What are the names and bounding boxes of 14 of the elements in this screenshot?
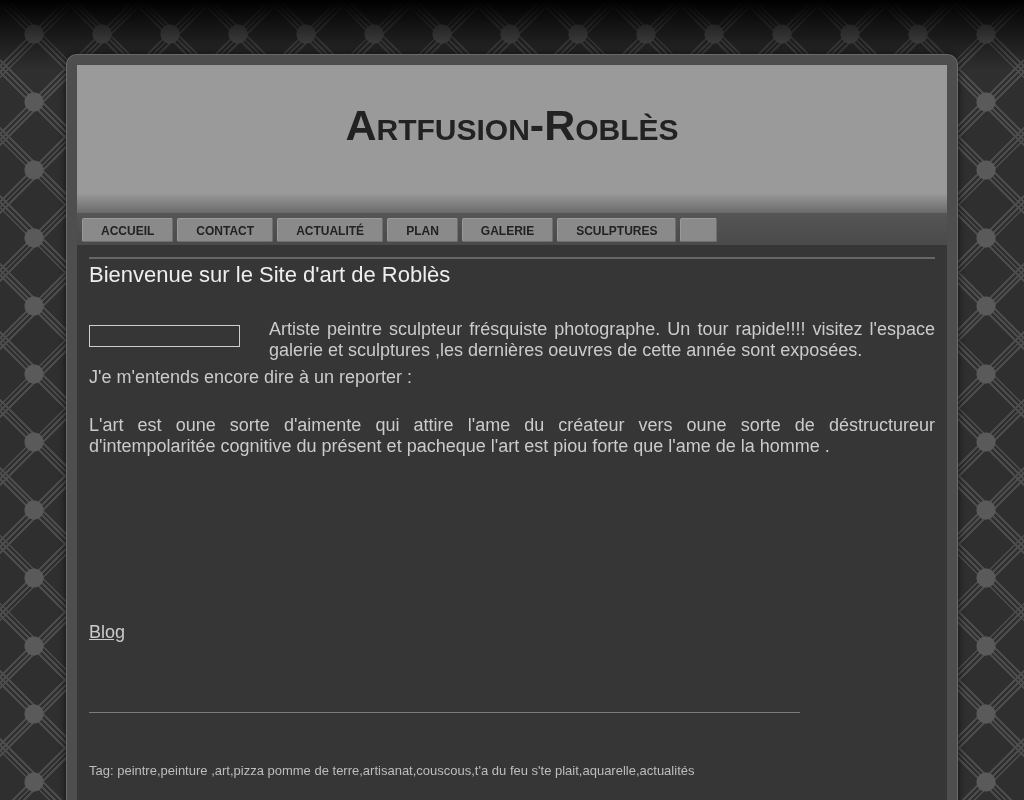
blank-nav-tab[interactable] <box>680 218 718 242</box>
intro-paragraph: Artiste peintre sculpteur frésquiste photographe. Un tour rapide!!!! visitez l'espace galerie et sculptures ,les dernières oeuvres de cette année sont exposées. <box>269 319 935 361</box>
site-title: Artfusion-Roblès <box>345 103 679 147</box>
nav-tab[interactable]: SCULPTURES <box>557 218 677 242</box>
nav-tab[interactable]: PLAN <box>387 218 458 242</box>
nav-tab[interactable]: ACCUEIL <box>82 218 174 242</box>
nav-tab[interactable]: CONTACT <box>177 218 274 242</box>
nav-tab[interactable]: GALERIE <box>461 218 554 242</box>
tags-text: Tag: peintre,peinture ,art,pizza pomme de terre,artisanat,couscous,t'a du feu s'te plait,aquarelle,actualités <box>89 763 696 779</box>
quote-intro-text: J'e m'entends encore dire à un reporter : <box>89 367 414 388</box>
blog-link[interactable]: Blog <box>89 622 126 643</box>
nav-tab[interactable]: ACTUALITÉ <box>277 218 384 242</box>
quote-paragraph: L'art est oune sorte d'aimente qui attire l'ame du créateur vers oune sorte de déstructureur d'intempolaritée cognitive du présent et pacheque l'art est piou forte que l'ame de la homme . <box>89 415 935 457</box>
welcome-heading: Bienvenue sur le Site d'art de Roblès <box>89 262 452 288</box>
